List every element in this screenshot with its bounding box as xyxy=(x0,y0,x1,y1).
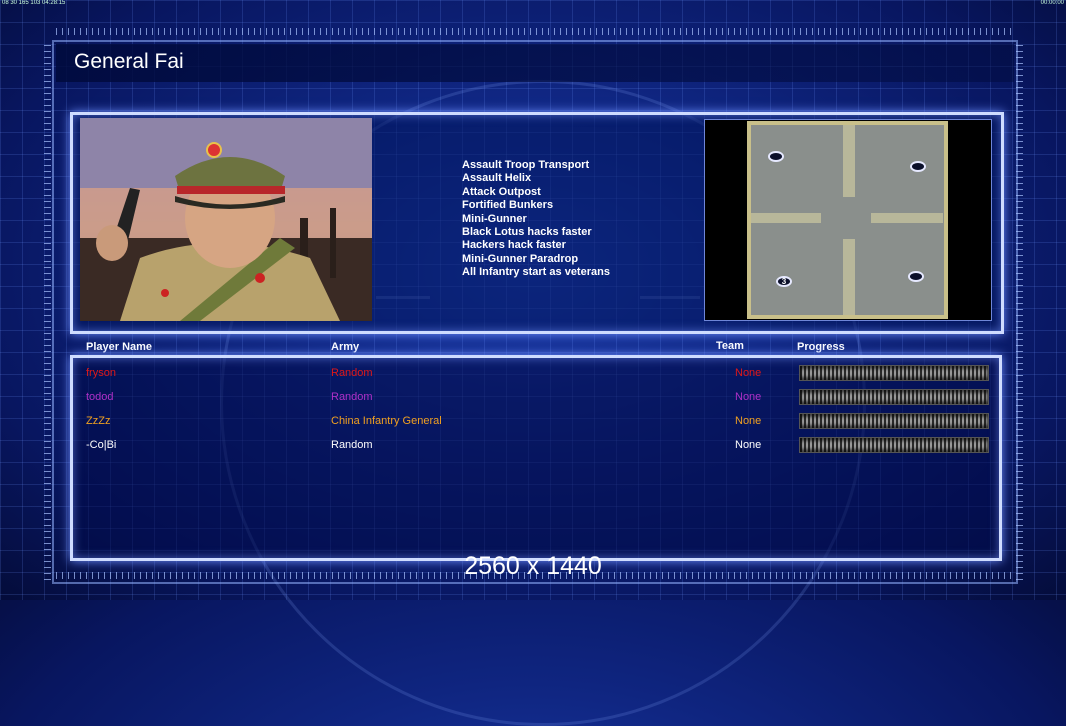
status-left: 08 30 165 103 04:28:15 xyxy=(2,0,66,6)
player-team: None xyxy=(735,367,762,379)
player-name: -Co|Bi xyxy=(86,439,117,451)
player-team: None xyxy=(735,415,762,427)
top-ruler xyxy=(56,28,1014,35)
player-army: Random xyxy=(331,391,373,403)
resolution-label: 2560 x 1440 xyxy=(464,552,602,580)
title-bar xyxy=(56,44,1014,82)
bonus-item: All Infantry start as veterans xyxy=(462,266,610,279)
bonus-item: Assault Troop Transport xyxy=(462,159,590,171)
player-team: None xyxy=(735,439,762,451)
loading-progress-bar xyxy=(799,413,989,429)
bonus-item: Fortified Bunkers xyxy=(462,199,554,212)
column-header-player: Player Name xyxy=(86,341,153,353)
player-team: None xyxy=(735,391,762,403)
general-portrait xyxy=(80,118,372,321)
player-name: todod xyxy=(86,391,114,403)
column-header-team: Team xyxy=(716,340,744,352)
bonus-item: Attack Outpost xyxy=(462,185,541,198)
player-army: Random xyxy=(331,439,373,451)
start-position-marker[interactable] xyxy=(768,151,784,162)
loading-progress-bar xyxy=(799,389,989,405)
bonus-item: Mini-Gunner xyxy=(462,212,527,225)
column-header-progress: Progress xyxy=(797,341,845,353)
start-position-marker-occupied[interactable]: 3 xyxy=(776,276,792,287)
bonus-item: Mini-Gunner Paradrop xyxy=(462,252,579,265)
bonus-item: Assault Helix xyxy=(462,172,532,185)
bonus-item: Hackers hack faster xyxy=(462,239,566,252)
right-ruler xyxy=(1016,40,1023,580)
status-clock: 00:00:00 xyxy=(1040,0,1064,6)
player-army: Random xyxy=(331,367,373,379)
bonus-item: Black Lotus hacks faster xyxy=(462,226,592,239)
start-position-marker[interactable] xyxy=(910,161,926,172)
player-list-panel xyxy=(70,355,1002,561)
column-header-army: Army xyxy=(331,341,360,353)
player-name: ZzZz xyxy=(86,415,111,427)
map-preview: 3 xyxy=(747,121,948,319)
player-name: fryson xyxy=(86,367,116,379)
start-position-marker[interactable] xyxy=(908,271,924,282)
general-title: General Fai xyxy=(74,50,184,73)
player-army: China Infantry General xyxy=(331,415,442,427)
map-preview-panel: 3 xyxy=(704,119,992,321)
left-ruler xyxy=(44,40,51,580)
loading-progress-bar xyxy=(799,437,989,453)
top-status-bar: 08 30 165 103 04:28:15 00:00:00 xyxy=(0,0,1066,8)
loading-progress-bar xyxy=(799,365,989,381)
general-bonus-list: Assault Troop Transport Assault Helix At… xyxy=(462,159,610,280)
